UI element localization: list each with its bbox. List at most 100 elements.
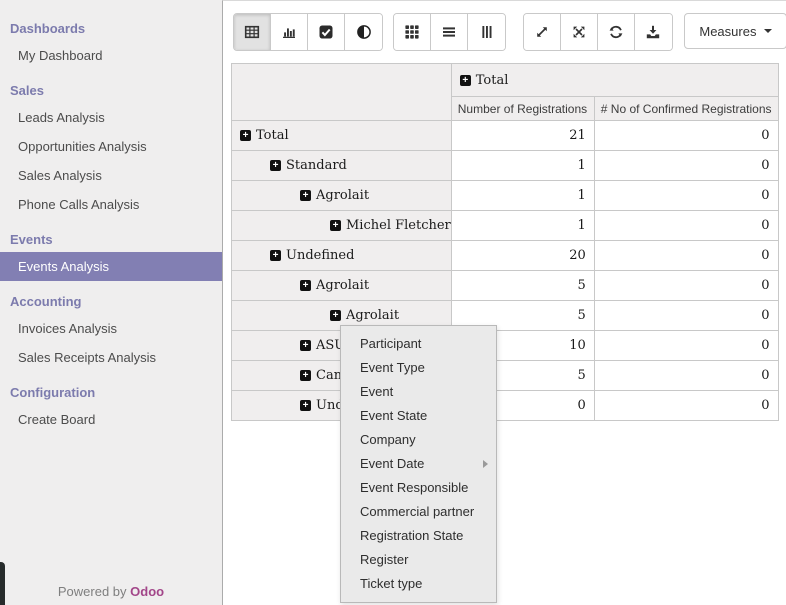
value-cell: 0 <box>594 301 778 331</box>
expand-plus-icon[interactable]: + <box>300 190 311 201</box>
table-row: +Total 21 0 <box>232 121 779 151</box>
row-header-agrolait[interactable]: +Agrolait <box>232 271 452 301</box>
value-cell: 21 <box>451 121 594 151</box>
value-cell: 0 <box>594 271 778 301</box>
row-header-total[interactable]: +Total <box>232 121 452 151</box>
download-icon <box>645 24 661 40</box>
expand-plus-icon[interactable]: + <box>300 340 311 351</box>
col-group-label: Total <box>476 73 509 88</box>
sidebar-item-invoices-analysis[interactable]: Invoices Analysis <box>0 314 222 343</box>
sidebar-item-my-dashboard[interactable]: My Dashboard <box>0 41 222 70</box>
pivot-view-button[interactable] <box>234 14 271 50</box>
sidebar-item-leads-analysis[interactable]: Leads Analysis <box>0 103 222 132</box>
menu-item-event-state[interactable]: Event State <box>341 404 496 428</box>
expand-plus-icon[interactable]: + <box>270 160 281 171</box>
expand-plus-icon[interactable]: + <box>300 370 311 381</box>
expand-plus-icon[interactable]: + <box>330 220 341 231</box>
measure-header: Number of Registrations <box>451 97 594 121</box>
expand-plus-icon[interactable]: + <box>300 400 311 411</box>
expand-plus-icon[interactable]: + <box>240 130 251 141</box>
row-header-agrolait[interactable]: +Agrolait <box>232 181 452 211</box>
menu-item-event-date[interactable]: Event Date <box>341 452 496 476</box>
menu-item-ticket-type[interactable]: Ticket type <box>341 572 496 596</box>
bar-chart-view-button[interactable] <box>271 14 308 50</box>
view-switcher-group <box>233 13 383 51</box>
menu-item-register[interactable]: Register <box>341 548 496 572</box>
sidebar-section-events: Events Events Analysis <box>0 223 222 281</box>
expand-plus-icon[interactable]: + <box>460 75 471 86</box>
arrows-out-button[interactable] <box>561 14 598 50</box>
powered-by-footer: Powered by Odoo <box>0 584 222 599</box>
sidebar-section-dashboards: Dashboards My Dashboard <box>0 12 222 70</box>
pivot-col-group-header[interactable]: + Total <box>451 64 778 97</box>
download-button[interactable] <box>635 14 672 50</box>
submenu-arrow-icon <box>483 460 488 468</box>
expand-button[interactable] <box>524 14 561 50</box>
sidebar-section-title: Sales <box>0 74 222 103</box>
row-header-undefined[interactable]: +Undefined <box>232 241 452 271</box>
odoo-brand-link[interactable]: Odoo <box>130 584 164 599</box>
menu-item-participant[interactable]: Participant <box>341 332 496 356</box>
expand-plus-icon[interactable]: + <box>270 250 281 261</box>
menu-item-event-responsible[interactable]: Event Responsible <box>341 476 496 500</box>
value-cell: 20 <box>451 241 594 271</box>
table-row: +Agrolait 5 0 <box>232 301 779 331</box>
value-cell: 0 <box>594 211 778 241</box>
checkbox-icon <box>318 24 334 40</box>
columns-button[interactable] <box>468 14 505 50</box>
value-cell: 0 <box>594 391 778 421</box>
sidebar-item-phone-calls-analysis[interactable]: Phone Calls Analysis <box>0 190 222 219</box>
menu-item-commercial-partner[interactable]: Commercial partner <box>341 500 496 524</box>
table-row: +Michel Fletcher 1 0 <box>232 211 779 241</box>
sidebar-section-sales: Sales Leads Analysis Opportunities Analy… <box>0 74 222 219</box>
value-cell: 0 <box>594 361 778 391</box>
main-content: Measures +Total Number of Registrations … <box>222 0 786 605</box>
refresh-button[interactable] <box>598 14 635 50</box>
value-cell: 1 <box>451 211 594 241</box>
menu-item-event-type[interactable]: Event Type <box>341 356 496 380</box>
menu-item-registration-state[interactable]: Registration State <box>341 524 496 548</box>
table-row: +Undefined 20 0 <box>232 241 779 271</box>
sidebar-item-sales-analysis[interactable]: Sales Analysis <box>0 161 222 190</box>
table-row: +Cam 5 0 <box>232 361 779 391</box>
menu-item-event[interactable]: Event <box>341 380 496 404</box>
expand-plus-icon[interactable]: + <box>300 280 311 291</box>
sidebar-item-create-board[interactable]: Create Board <box>0 405 222 434</box>
pivot-actions-group <box>523 13 673 51</box>
pivot-table-icon <box>244 24 260 40</box>
value-cell: 0 <box>594 331 778 361</box>
table-row: +Agrolait 5 0 <box>232 271 779 301</box>
groupby-dropdown-menu: Participant Event Type Event Event State… <box>340 325 497 603</box>
grid-button[interactable] <box>394 14 431 50</box>
sidebar-item-events-analysis[interactable]: Events Analysis <box>0 252 222 281</box>
sidebar-section-title: Configuration <box>0 376 222 405</box>
expand-icon <box>534 24 550 40</box>
sidebar-section-title: Accounting <box>0 285 222 314</box>
contrast-view-button[interactable] <box>345 14 382 50</box>
table-row: +Agrolait 1 0 <box>232 181 779 211</box>
pivot-layout-group <box>393 13 506 51</box>
arrows-out-icon <box>571 24 587 40</box>
pivot-toolbar: Measures <box>233 13 786 51</box>
rows-icon <box>441 24 457 40</box>
row-header-standard[interactable]: +Standard <box>232 151 452 181</box>
value-cell: 0 <box>594 151 778 181</box>
menu-item-company[interactable]: Company <box>341 428 496 452</box>
table-row: +Standard 1 0 <box>232 151 779 181</box>
measure-header: # No of Confirmed Registrations <box>594 97 778 121</box>
checkbox-view-button[interactable] <box>308 14 345 50</box>
value-cell: 0 <box>594 121 778 151</box>
expand-plus-icon[interactable]: + <box>330 310 341 321</box>
rows-button[interactable] <box>431 14 468 50</box>
sidebar-section-configuration: Configuration Create Board <box>0 376 222 434</box>
bar-chart-icon <box>281 24 297 40</box>
sidebar-item-opportunities-analysis[interactable]: Opportunities Analysis <box>0 132 222 161</box>
table-row: +ASU 10 0 <box>232 331 779 361</box>
measures-button[interactable]: Measures <box>684 13 786 49</box>
row-header-michel-fletcher[interactable]: +Michel Fletcher <box>232 211 452 241</box>
chevron-down-icon <box>764 29 772 33</box>
measures-label: Measures <box>699 24 756 39</box>
sidebar-item-sales-receipts-analysis[interactable]: Sales Receipts Analysis <box>0 343 222 372</box>
sidebar-section-accounting: Accounting Invoices Analysis Sales Recei… <box>0 285 222 372</box>
powered-by-text: Powered by <box>58 584 127 599</box>
